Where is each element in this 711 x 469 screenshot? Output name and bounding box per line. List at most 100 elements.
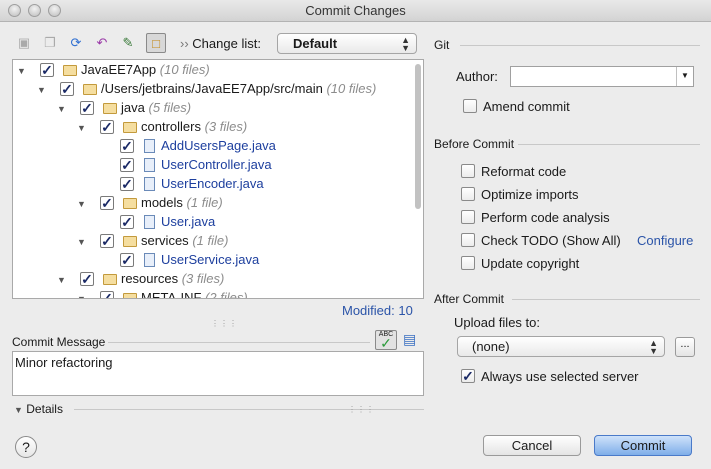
tree-row[interactable]: ✓ UserEncoder.java	[13, 175, 423, 194]
row-checkbox[interactable]: ✓	[100, 196, 114, 210]
expand-triangle-icon[interactable]: ▼	[77, 123, 86, 133]
row-checkbox[interactable]: ✓	[80, 272, 94, 286]
folder-icon	[103, 274, 117, 285]
tree-row[interactable]: ▼ ✓ JavaEE7App (10 files)	[13, 61, 423, 80]
reformat-code-checkbox[interactable]	[461, 164, 475, 178]
expand-triangle-icon[interactable]: ▼	[57, 104, 66, 114]
chevron-down-icon[interactable]: ▼	[676, 67, 693, 86]
folder-icon	[83, 84, 97, 95]
help-button[interactable]: ?	[15, 436, 37, 458]
java-file-icon	[144, 139, 155, 153]
row-count: (1 file)	[186, 195, 223, 210]
java-file-icon	[144, 158, 155, 172]
row-name: java	[121, 100, 145, 115]
perform-code-analysis-checkbox[interactable]	[461, 210, 475, 224]
row-name: UserController.java	[161, 157, 272, 172]
commit-message-input[interactable]: Minor refactoring	[12, 351, 424, 396]
optimize-imports-checkbox[interactable]	[461, 187, 475, 201]
row-checkbox[interactable]: ✓	[120, 177, 134, 191]
tree-row[interactable]: ▼ ✓ META-INF (2 files)	[13, 289, 423, 299]
java-file-icon	[144, 177, 155, 191]
expand-triangle-icon[interactable]: ▼	[17, 66, 26, 76]
perform-code-analysis-label: Perform code analysis	[481, 210, 610, 225]
expand-triangle-icon[interactable]: ▼	[37, 85, 46, 95]
splitter-grip-icon[interactable]: ⋮⋮⋮	[211, 319, 238, 328]
copy-icon[interactable]: ❐	[40, 33, 60, 53]
spellcheck-button[interactable]: ABC ✓	[375, 330, 397, 350]
changes-tree[interactable]: ▼ ✓ JavaEE7App (10 files) ▼ ✓ /Users/jet…	[12, 59, 424, 299]
cancel-button[interactable]: Cancel	[483, 435, 581, 456]
row-checkbox[interactable]: ✓	[80, 101, 94, 115]
details-toggle[interactable]: ▼ Details	[14, 402, 63, 416]
author-combo[interactable]: ▼	[510, 66, 694, 87]
java-file-icon	[144, 215, 155, 229]
upload-server-select[interactable]: (none) ▲ ▼	[457, 336, 665, 357]
row-checkbox[interactable]: ✓	[100, 291, 114, 298]
row-name: resources	[121, 271, 179, 286]
row-count: (2 files)	[205, 290, 248, 299]
before-commit-section-title: Before Commit	[434, 137, 515, 151]
folder-icon	[123, 293, 137, 298]
row-label: JavaEE7App (10 files)	[81, 62, 210, 77]
edit-icon[interactable]: ✎	[118, 33, 138, 53]
row-checkbox[interactable]: ✓	[100, 234, 114, 248]
commit-button[interactable]: Commit	[594, 435, 692, 456]
history-icon[interactable]: ▤	[403, 331, 416, 348]
update-copyright-checkbox[interactable]	[461, 256, 475, 270]
browse-servers-button[interactable]: ...	[675, 337, 695, 357]
row-checkbox[interactable]: ✓	[100, 120, 114, 134]
row-label: /Users/jetbrains/JavaEE7App/src/main (10…	[101, 81, 376, 96]
row-checkbox[interactable]: ✓	[120, 215, 134, 229]
updown-arrows-icon: ▲ ▼	[401, 35, 410, 53]
tree-row[interactable]: ▼ ✓ java (5 files)	[13, 99, 423, 118]
tree-row[interactable]: ▼ ✓ models (1 file)	[13, 194, 423, 213]
row-name: UserService.java	[161, 252, 260, 267]
refresh-icon[interactable]: ⟳	[66, 33, 86, 53]
check-icon: ✓	[380, 335, 392, 351]
always-use-server-checkbox[interactable]: ✓	[461, 369, 475, 383]
optimize-imports-label: Optimize imports	[481, 187, 579, 202]
row-label: services (1 file)	[141, 233, 228, 248]
tree-row[interactable]: ✓ AddUsersPage.java	[13, 137, 423, 156]
details-label: Details	[26, 402, 63, 416]
check-todo-checkbox[interactable]	[461, 233, 475, 247]
row-checkbox[interactable]: ✓	[120, 158, 134, 172]
change-list-select[interactable]: Default ▲ ▼	[277, 33, 417, 54]
tree-scrollbar[interactable]	[415, 64, 421, 209]
splitter-grip-icon[interactable]: ⋮⋮⋮	[348, 405, 375, 414]
git-section-title: Git	[434, 38, 450, 52]
tree-row[interactable]: ▼ ✓ /Users/jetbrains/JavaEE7App/src/main…	[13, 80, 423, 99]
tree-row[interactable]: ✓ UserService.java	[13, 251, 423, 270]
tree-row[interactable]: ✓ UserController.java	[13, 156, 423, 175]
row-name: META-INF	[141, 290, 202, 299]
divider	[512, 299, 700, 300]
tree-row[interactable]: ▼ ✓ resources (3 files)	[13, 270, 423, 289]
amend-commit-checkbox[interactable]	[463, 99, 477, 113]
lock-icon[interactable]: ▣	[14, 33, 34, 53]
change-list-label: ›› Change list:	[180, 36, 261, 51]
update-copyright-label: Update copyright	[481, 256, 580, 271]
row-checkbox[interactable]: ✓	[60, 82, 74, 96]
window-title: Commit Changes	[305, 3, 406, 18]
expand-triangle-icon[interactable]: ▼	[57, 275, 66, 285]
undo-icon[interactable]: ↶	[92, 33, 112, 53]
expand-triangle-icon[interactable]: ▼	[77, 237, 86, 247]
change-list-value: Default	[293, 36, 338, 51]
row-name: /Users/jetbrains/JavaEE7App/src/main	[101, 81, 323, 96]
tree-row[interactable]: ▼ ✓ services (1 file)	[13, 232, 423, 251]
tree-row[interactable]: ▼ ✓ controllers (3 files)	[13, 118, 423, 137]
author-label: Author:	[456, 69, 498, 84]
divider	[518, 144, 700, 145]
expand-triangle-icon[interactable]: ▼	[77, 199, 86, 209]
row-count: (1 file)	[192, 233, 229, 248]
row-name: JavaEE7App	[81, 62, 157, 77]
group-by-folder-icon[interactable]: □	[146, 33, 166, 53]
tree-row[interactable]: ✓ User.java	[13, 213, 423, 232]
row-checkbox[interactable]: ✓	[40, 63, 54, 77]
expand-triangle-icon[interactable]: ▼	[77, 294, 86, 298]
row-checkbox[interactable]: ✓	[120, 253, 134, 267]
amend-commit-label: Amend commit	[483, 99, 570, 114]
configure-link[interactable]: Configure	[637, 233, 693, 248]
row-label: resources (3 files)	[121, 271, 224, 286]
row-checkbox[interactable]: ✓	[120, 139, 134, 153]
